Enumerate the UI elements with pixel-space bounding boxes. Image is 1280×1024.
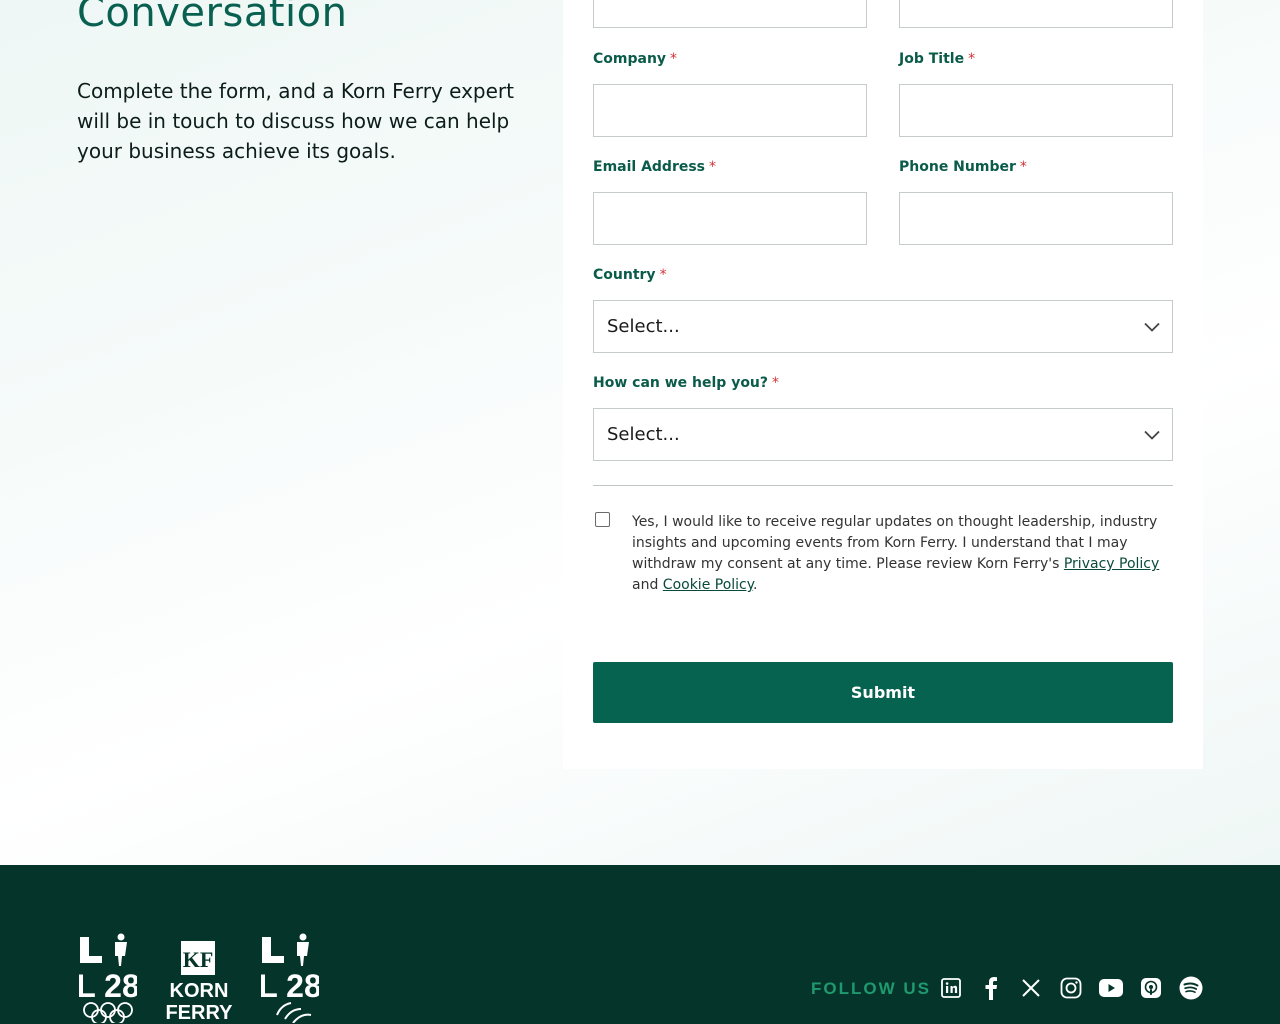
country-select[interactable]: Select... bbox=[593, 300, 1173, 353]
linkedin-icon[interactable] bbox=[939, 976, 963, 1000]
country-label: Country * bbox=[593, 267, 667, 283]
required-mark: * bbox=[670, 51, 678, 67]
logo-group: L 28 KF KORN FERRY L 28 bbox=[79, 931, 319, 1024]
korn-ferry-logo: KF KORN FERRY bbox=[165, 941, 233, 1024]
follow-us-label: FOLLOW US bbox=[811, 979, 931, 998]
apple-podcasts-icon[interactable] bbox=[1139, 976, 1163, 1000]
last-name-field[interactable] bbox=[899, 0, 1173, 28]
la28-olympic-logo: L 28 bbox=[79, 933, 137, 1023]
first-name-field[interactable] bbox=[593, 0, 867, 28]
required-mark: * bbox=[968, 51, 976, 67]
logo-right-text: L 28 bbox=[261, 968, 319, 1004]
required-mark: * bbox=[772, 375, 780, 391]
intro-text: Complete the form, and a Korn Ferry expe… bbox=[77, 79, 514, 163]
page-title: Conversation bbox=[77, 0, 348, 36]
company-label: Company * bbox=[593, 51, 678, 67]
spotify-icon[interactable] bbox=[1179, 976, 1203, 1000]
facebook-icon[interactable] bbox=[979, 976, 1003, 1000]
cookie-policy-link[interactable]: Cookie Policy bbox=[663, 577, 753, 593]
phone-field[interactable] bbox=[899, 192, 1173, 245]
required-mark: * bbox=[1019, 159, 1027, 175]
email-label: Email Address * bbox=[593, 159, 717, 175]
chevron-down-icon bbox=[1144, 319, 1160, 335]
logo-korn-text: KORN bbox=[170, 980, 229, 1002]
required-mark: * bbox=[659, 267, 667, 283]
instagram-icon[interactable] bbox=[1059, 976, 1083, 1000]
svg-text:KF: KF bbox=[183, 947, 214, 972]
youtube-icon[interactable] bbox=[1099, 976, 1123, 1000]
consent-text: Yes, I would like to receive regular upd… bbox=[632, 514, 1160, 593]
submit-button[interactable]: Submit bbox=[593, 662, 1173, 723]
required-mark: * bbox=[709, 159, 717, 175]
help-select[interactable]: Select... bbox=[593, 408, 1173, 461]
site-footer: L 28 KF KORN FERRY L 28 FOLLOW US bbox=[0, 865, 1280, 1024]
company-field[interactable] bbox=[593, 84, 867, 137]
contact-form: Company * Job Title * Email Address * Phone… bbox=[563, 0, 1203, 769]
form-divider bbox=[593, 485, 1173, 486]
job-title-field[interactable] bbox=[899, 84, 1173, 137]
consent-checkbox[interactable] bbox=[595, 512, 610, 527]
x-icon[interactable] bbox=[1019, 976, 1043, 1000]
logo-ferry-text: FERRY bbox=[165, 1002, 233, 1024]
chevron-down-icon bbox=[1144, 427, 1160, 443]
country-select-value: Select... bbox=[607, 316, 680, 337]
help-select-value: Select... bbox=[607, 424, 680, 445]
logo-left-text: L 28 bbox=[79, 968, 137, 1004]
job-title-label: Job Title * bbox=[899, 51, 976, 67]
help-label: How can we help you? * bbox=[593, 375, 780, 391]
privacy-policy-link[interactable]: Privacy Policy bbox=[1064, 556, 1159, 572]
la28-paralympic-logo: L 28 bbox=[261, 933, 319, 1023]
phone-label: Phone Number * bbox=[899, 159, 1027, 175]
email-field[interactable] bbox=[593, 192, 867, 245]
